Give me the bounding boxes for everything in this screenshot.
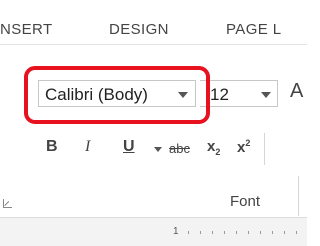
font-size-value: 12	[210, 85, 229, 104]
ruler-tick	[188, 231, 189, 234]
chevron-down-icon[interactable]	[261, 92, 271, 98]
group-divider	[298, 176, 299, 216]
tab-page-layout[interactable]: PAGE L	[226, 21, 281, 38]
ruler-tick	[248, 231, 249, 234]
ruler-tick	[260, 231, 261, 234]
italic-button[interactable]: I	[85, 138, 90, 156]
subscript-button[interactable]: x2	[207, 138, 220, 157]
font-size-select[interactable]: 12	[200, 80, 278, 107]
subscript-mark: 2	[215, 147, 221, 157]
ruler-number: 1	[173, 226, 179, 237]
font-group-label: Font	[230, 193, 261, 210]
ruler: 1	[0, 217, 307, 246]
ruler-tick	[236, 231, 237, 234]
superscript-button[interactable]: x2	[237, 138, 250, 156]
ruler-tick	[284, 231, 285, 234]
ribbon-panel	[0, 44, 307, 217]
ruler-tick	[200, 231, 201, 234]
ruler-tick	[296, 231, 297, 234]
underline-options-chevron-icon[interactable]	[154, 147, 162, 152]
strikethrough-button[interactable]: abc	[169, 141, 190, 156]
font-family-select[interactable]: Calibri (Body)	[38, 80, 196, 107]
tab-insert[interactable]: NSERT	[0, 21, 53, 38]
ruler-tick	[272, 231, 273, 234]
underline-button[interactable]: U	[123, 138, 135, 156]
toolbar-divider	[264, 133, 265, 165]
ribbon-tab-bar: NSERT DESIGN PAGE L	[0, 0, 307, 44]
chevron-down-icon[interactable]	[178, 92, 188, 98]
tab-design[interactable]: DESIGN	[109, 21, 169, 38]
grow-font-button[interactable]: A	[290, 80, 303, 103]
ruler-tick	[224, 231, 225, 234]
font-family-value: Calibri (Body)	[45, 85, 148, 104]
ruler-tick	[212, 231, 213, 234]
dialog-launcher-icon[interactable]	[3, 199, 12, 208]
superscript-mark: 2	[245, 138, 251, 148]
bold-button[interactable]: B	[46, 138, 58, 156]
